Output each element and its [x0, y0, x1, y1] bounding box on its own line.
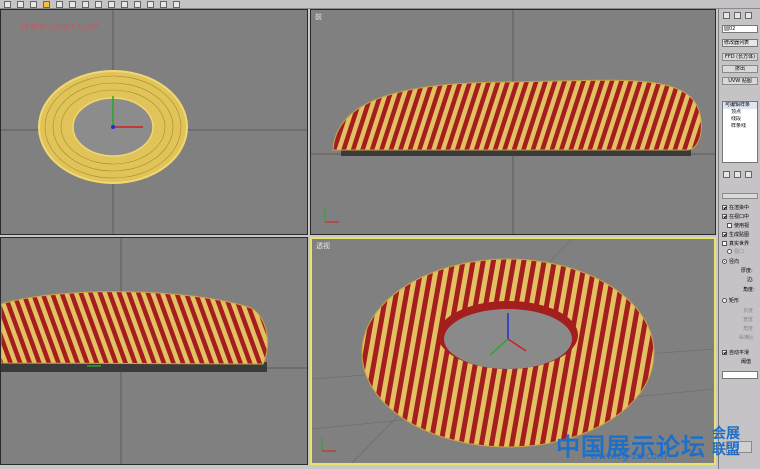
rectangular-radio-row[interactable]: 矩形 [722, 296, 739, 304]
checkbox[interactable] [722, 349, 727, 355]
render-setup-icon[interactable] [160, 0, 167, 8]
layer-icon[interactable] [108, 0, 115, 8]
use-viewport-settings-row[interactable]: 使用视 [727, 221, 749, 229]
thickness-param[interactable]: 厚度: [741, 266, 753, 274]
checkbox[interactable] [722, 213, 727, 219]
radio[interactable] [722, 297, 727, 303]
pin-stack-icon[interactable] [723, 171, 730, 178]
schematic-icon[interactable] [134, 0, 141, 8]
render-icon[interactable] [173, 0, 180, 8]
mirror-icon[interactable] [82, 0, 89, 8]
move-icon[interactable] [17, 0, 24, 8]
viewport-front[interactable]: 前 [310, 9, 716, 235]
modify-tab-icon[interactable] [734, 12, 741, 19]
radio[interactable] [722, 258, 727, 264]
width-param[interactable]: 宽度 [743, 315, 753, 323]
align-icon[interactable] [95, 0, 102, 8]
front-view-canvas [311, 10, 715, 234]
uvw-map-button[interactable]: UVW 贴图 [722, 77, 758, 85]
left-view-canvas [1, 238, 307, 464]
threshold-param[interactable]: 阈值 [741, 357, 751, 365]
forum-url: www.zg-zs.com [590, 451, 667, 462]
generate-mapping-row[interactable]: 生成贴图 [722, 230, 749, 238]
modifier-list-dropdown[interactable]: 修改器列表 [722, 39, 758, 47]
stack-item-spline[interactable]: 样条线 [723, 123, 757, 130]
viewport-left[interactable] [0, 237, 308, 465]
viewport-top[interactable]: WWW.3DXY.COM [0, 9, 308, 235]
hierarchy-tab-icon[interactable] [745, 12, 752, 19]
radial-radio-row[interactable]: 径向 [722, 257, 739, 265]
checkbox[interactable] [727, 222, 732, 228]
remove-modifier-icon[interactable] [745, 171, 752, 178]
extrude-button[interactable]: 挤出 [722, 65, 758, 73]
main-toolbar [0, 0, 760, 9]
spinner-field[interactable] [722, 371, 758, 379]
radio[interactable] [727, 248, 732, 254]
material-editor-icon[interactable] [147, 0, 154, 8]
show-end-result-icon[interactable] [734, 171, 741, 178]
stack-item-vertex[interactable]: 顶点 [723, 109, 757, 116]
angle-snap-icon[interactable] [69, 0, 76, 8]
ffd-box-button[interactable]: FFD (长方体) [722, 53, 758, 61]
checkbox[interactable] [722, 240, 727, 246]
stack-item-editable-spline[interactable]: 可编辑样条 [723, 102, 757, 109]
scale-icon[interactable] [43, 0, 50, 8]
alliance-watermark: 会展 联盟 [712, 426, 740, 458]
curve-editor-icon[interactable] [121, 0, 128, 8]
auto-smooth-row[interactable]: 自动平滑 [722, 348, 749, 356]
aspect-param[interactable]: 纵横比 [739, 333, 754, 341]
modifier-stack[interactable]: 可编辑样条 顶点 线段 样条线 [722, 101, 758, 163]
command-panel: 圆02 修改器列表 FFD (长方体) 挤出 UVW 贴图 可编辑样条 顶点 线… [718, 9, 760, 469]
viewport-radio-row[interactable]: 视口 [727, 247, 744, 255]
select-icon[interactable] [4, 0, 11, 8]
rotate-icon[interactable] [30, 0, 37, 8]
angle-param[interactable]: 角度: [743, 285, 755, 293]
real-world-map-size-row[interactable]: 真实世界 [722, 239, 749, 247]
enable-in-viewport-row[interactable]: 在视口中 [722, 212, 749, 220]
length-param[interactable]: 长度 [743, 306, 753, 314]
rect-angle-param[interactable]: 角度 [743, 324, 753, 332]
stack-item-segment[interactable]: 线段 [723, 116, 757, 123]
rendering-rollout-header[interactable] [722, 193, 758, 199]
create-tab-icon[interactable] [723, 12, 730, 19]
top-view-canvas [1, 10, 307, 234]
checkbox[interactable] [722, 231, 727, 237]
snap-icon[interactable] [56, 0, 63, 8]
enable-in-renderer-row[interactable]: 在渲染中 [722, 203, 749, 211]
object-name-field[interactable]: 圆02 [722, 25, 758, 33]
checkbox[interactable] [722, 204, 727, 210]
sides-param[interactable]: 边: [747, 275, 754, 283]
